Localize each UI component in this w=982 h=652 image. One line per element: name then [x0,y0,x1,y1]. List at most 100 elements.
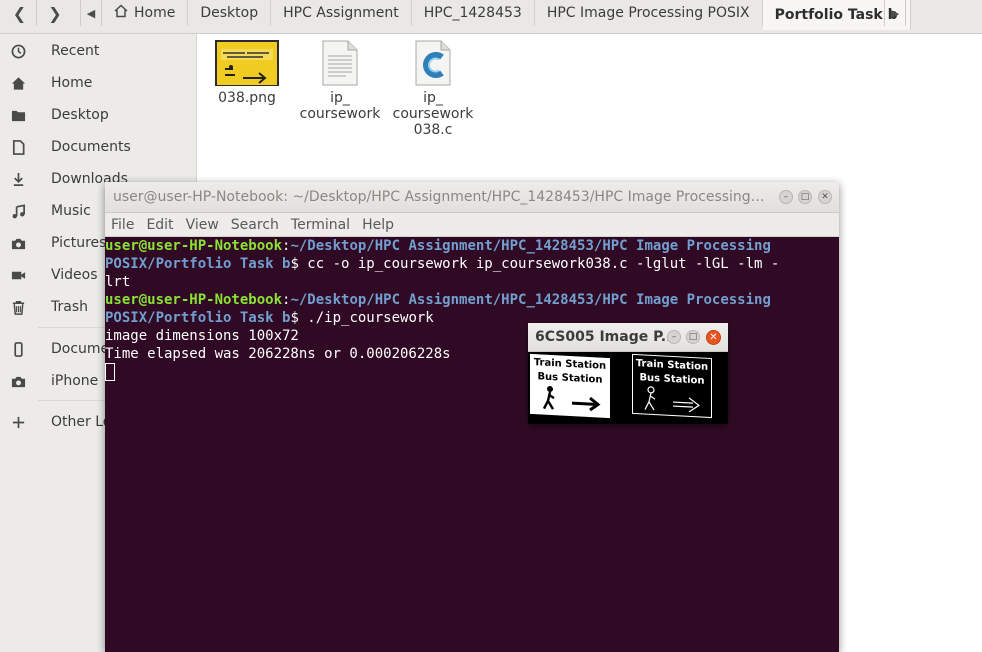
menu-view[interactable]: View [186,217,219,233]
sidebar-item-label: Documents [51,139,131,155]
breadcrumb-hpc-image-processing-posix[interactable]: HPC Image Processing POSIX [534,0,763,26]
terminal-titlebar[interactable]: user@user-HP-Notebook: ~/Desktop/HPC Ass… [105,182,839,213]
sidebar-item-desktop[interactable]: Desktop [0,101,197,129]
processed-image: Train Station Bus Station [632,353,712,419]
terminal-line: user@user-HP-Notebook:~/Desktop/HPC Assi… [105,291,839,309]
menu-search[interactable]: Search [231,217,279,233]
sidebar-item-label: Recent [51,43,100,59]
menu-file[interactable]: File [111,217,134,233]
back-button[interactable]: ❮ [3,0,37,26]
file-name-line: ip_ [330,90,350,106]
phone-icon [10,341,26,357]
breadcrumb-home-label: Home [134,5,176,21]
terminal-line: POSIX/Portfolio Task b$ cc -o ip_coursew… [105,255,839,273]
breadcrumb-scroll-right-button[interactable]: ▶ [884,0,906,26]
forward-button[interactable]: ❯ [38,0,72,26]
file-name-line: ip_ [423,90,443,106]
minimize-button[interactable]: – [667,330,681,344]
sidebar-item-label: Other Lo [51,414,112,430]
command-text: $ cc -o ip_coursework ip_coursework038.c… [290,256,780,272]
terminal-output[interactable]: user@user-HP-Notebook:~/Desktop/HPC Assi… [105,237,839,652]
camera-icon [10,373,26,389]
close-icon: ✕ [821,192,829,202]
image-window-title: 6CS005 Image P... [535,329,677,345]
file-name: 038.png [218,90,276,106]
document-icon [10,139,26,155]
file-038-png[interactable]: 038.png [202,40,292,106]
terminal-line: lrt [105,274,131,290]
minimize-icon: – [783,192,789,202]
terminal-line [105,363,839,381]
prompt-path: POSIX/Portfolio Task b [105,310,291,326]
sidebar-item-label: Pictures [51,235,107,251]
clock-icon [10,43,26,59]
terminal-line: user@user-HP-Notebook:~/Desktop/HPC Assi… [105,237,839,255]
c-source-file-icon [415,40,451,86]
sidebar-item-label: Music [51,203,91,219]
file-name-line: coursework [299,106,381,122]
breadcrumb-hpc-assignment[interactable]: HPC Assignment [271,0,412,26]
terminal-title: user@user-HP-Notebook: ~/Desktop/HPC Ass… [113,189,765,205]
chevron-right-icon: ❯ [48,3,62,23]
download-icon [10,171,26,187]
breadcrumb-scroll-left-button[interactable]: ◀ [80,0,102,26]
breadcrumb-home[interactable]: Home [102,0,189,26]
breadcrumb: Home Desktop HPC Assignment HPC_1428453 … [102,0,911,30]
trash-icon [10,299,26,315]
file-ip-coursework038-c[interactable]: ip_ coursework 038.c [388,40,478,138]
home-icon [114,4,128,22]
triangle-left-icon: ◀ [86,6,96,20]
maximize-button[interactable]: □ [686,330,700,344]
sidebar-item-label: iPhone [51,373,99,389]
plus-icon [10,414,26,430]
prompt-path: ~/Desktop/HPC Assignment/HPC_1428453/HPC… [290,238,771,254]
maximize-button[interactable]: □ [798,190,812,204]
sidebar-item-recent[interactable]: Recent [0,37,197,65]
terminal-line: Time elapsed was 206228ns or 0.000206228… [105,346,451,362]
maximize-icon: □ [800,192,810,202]
close-button[interactable]: ✕ [706,330,721,345]
image-thumbnail [215,40,279,86]
minimize-icon: – [671,332,677,342]
executable-file-icon [322,40,358,86]
file-manager-header: ❮ ❯ ◀ Home Desktop HPC Assignment HPC_14… [0,0,982,34]
sidebar-item-documents[interactable]: Documents [0,133,197,161]
menu-help[interactable]: Help [362,217,394,233]
camera-icon [10,235,26,251]
terminal-line: POSIX/Portfolio Task b$ ./ip_coursework [105,309,839,327]
close-button[interactable]: ✕ [818,190,832,204]
breadcrumb-desktop[interactable]: Desktop [188,0,272,26]
prompt-user: user@user-HP-Notebook [105,292,283,308]
terminal-cursor [105,363,115,381]
video-icon [10,267,26,283]
sidebar-item-label: Home [51,75,93,91]
terminal-menubar: File Edit View Search Terminal Help [105,213,839,237]
sidebar-item-label: Desktop [51,107,109,123]
image-window: 6CS005 Image P... – □ ✕ Train Station Bu… [528,323,728,424]
sidebar-item-label: Docume [51,341,110,357]
chevron-left-icon: ❮ [12,3,27,23]
folder-icon [10,107,26,123]
menu-terminal[interactable]: Terminal [291,217,350,233]
file-name-line: 038.c [413,122,453,138]
sidebar-item-home[interactable]: Home [0,69,197,97]
file-ip-coursework[interactable]: ip_ coursework [295,40,385,122]
breadcrumb-hpc-1428453[interactable]: HPC_1428453 [411,0,535,26]
music-icon [10,203,26,219]
command-text: $ ./ip_coursework [290,310,434,326]
minimize-button[interactable]: – [779,190,793,204]
prompt-user: user@user-HP-Notebook [105,238,283,254]
sidebar-item-label: Videos [51,267,98,283]
sign-thumbnail [217,42,277,85]
image-window-titlebar[interactable]: 6CS005 Image P... – □ ✕ [528,323,728,352]
original-image: Train Station Bus Station [530,353,610,419]
menu-edit[interactable]: Edit [146,217,173,233]
maximize-icon: □ [688,332,698,342]
close-icon: ✕ [709,332,718,343]
home-icon [10,75,26,91]
prompt-path: POSIX/Portfolio Task b [105,256,291,272]
terminal-line: image dimensions 100x72 [105,328,299,344]
prompt-path: ~/Desktop/HPC Assignment/HPC_1428453/HPC… [290,292,771,308]
triangle-right-icon: ▶ [890,6,900,20]
terminal-window: user@user-HP-Notebook: ~/Desktop/HPC Ass… [105,182,839,652]
